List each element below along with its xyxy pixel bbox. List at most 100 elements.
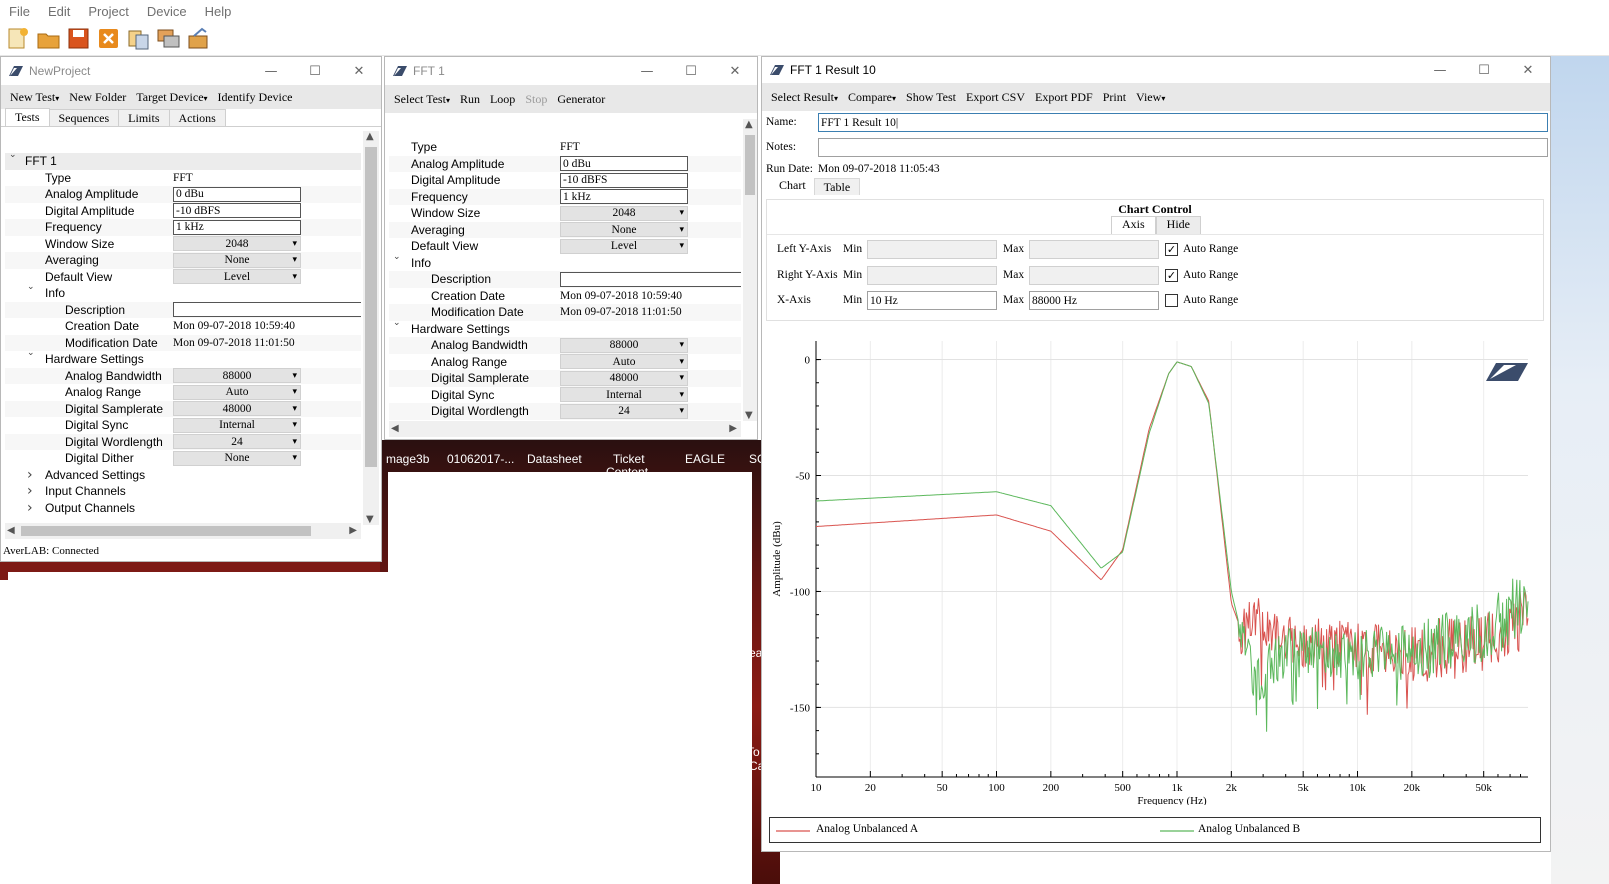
tree-node-fft-1[interactable]: ⌄ FFT 1: [5, 150, 361, 170]
property-input[interactable]: -10 dBFS: [560, 172, 688, 188]
close-icon[interactable]: ✕: [337, 64, 381, 79]
property-dropdown[interactable]: 88000: [173, 368, 301, 384]
minimize-icon[interactable]: —: [1418, 63, 1462, 78]
command-identify-device[interactable]: Identify Device: [213, 90, 298, 105]
axis-max-input[interactable]: [1029, 240, 1159, 259]
scroll-right-icon[interactable]: ▶: [349, 525, 357, 536]
command-new-folder[interactable]: New Folder: [64, 90, 131, 105]
command-select-result[interactable]: Select Result▾: [766, 90, 843, 105]
menu-help[interactable]: Help: [196, 4, 241, 19]
property-input[interactable]: -10 dBFS: [173, 203, 301, 219]
tab-sequences[interactable]: Sequences: [48, 109, 120, 126]
auto-range-checkbox[interactable]: [1165, 294, 1178, 307]
copy-icon[interactable]: [126, 26, 152, 52]
property-dropdown[interactable]: 48000: [560, 370, 688, 386]
menu-edit[interactable]: Edit: [39, 4, 79, 19]
close-project-icon[interactable]: [96, 26, 122, 52]
minimize-icon[interactable]: —: [249, 64, 293, 79]
property-dropdown[interactable]: None: [173, 450, 301, 466]
horizontal-scrollbar[interactable]: ◀ ▶: [5, 523, 361, 539]
axis-max-input[interactable]: [1029, 265, 1159, 285]
taskbar-item[interactable]: Datasheet: [527, 452, 582, 466]
command-loop[interactable]: Loop: [485, 92, 520, 107]
scroll-down-icon[interactable]: ▼: [366, 514, 374, 525]
chevron-right-icon[interactable]: ›: [27, 500, 33, 516]
command-stop[interactable]: Stop: [520, 92, 552, 107]
tab-table[interactable]: Table: [813, 178, 861, 195]
tab-hide[interactable]: Hide: [1155, 216, 1201, 234]
scroll-left-icon[interactable]: ◀: [391, 423, 399, 434]
scroll-left-icon[interactable]: ◀: [7, 525, 15, 536]
tab-actions[interactable]: Actions: [168, 109, 226, 126]
auto-range-checkbox[interactable]: ✓: [1165, 243, 1178, 256]
taskbar-item[interactable]: EAGLE: [685, 452, 725, 466]
property-dropdown[interactable]: Internal: [173, 417, 301, 433]
property-dropdown[interactable]: Internal: [560, 387, 688, 403]
command-view[interactable]: View▾: [1131, 90, 1170, 105]
property-dropdown[interactable]: 24: [560, 403, 688, 419]
scroll-down-icon[interactable]: ▼: [745, 410, 753, 421]
tree-node-info[interactable]: ⌄ Info: [5, 282, 361, 302]
menu-project[interactable]: Project: [79, 4, 137, 19]
menu-file[interactable]: File: [0, 4, 39, 19]
menu-device[interactable]: Device: [138, 4, 196, 19]
windows-icon[interactable]: [156, 26, 182, 52]
maximize-icon[interactable]: ☐: [293, 64, 337, 79]
tree-node-info[interactable]: ⌄ Info: [389, 252, 741, 272]
property-dropdown[interactable]: 24: [173, 434, 301, 450]
taskbar-item[interactable]: Ticket: [613, 452, 645, 466]
minimize-icon[interactable]: —: [625, 64, 669, 79]
property-dropdown[interactable]: 48000: [173, 401, 301, 417]
scroll-up-icon[interactable]: ▲: [745, 119, 753, 130]
tab-chart[interactable]: Chart: [770, 177, 815, 195]
auto-range-checkbox[interactable]: ✓: [1165, 268, 1178, 282]
chevron-down-icon[interactable]: ⌄: [27, 348, 35, 358]
maximize-icon[interactable]: ☐: [1462, 63, 1506, 78]
property-dropdown[interactable]: Auto: [560, 354, 688, 370]
tree-node-hardware[interactable]: ⌄ Hardware Settings: [389, 318, 741, 338]
tree-node-hardware[interactable]: ⌄ Hardware Settings: [5, 348, 361, 368]
axis-min-input[interactable]: 10 Hz: [867, 291, 997, 310]
notes-input[interactable]: [818, 138, 1548, 157]
horizontal-scrollbar[interactable]: ◀ ▶: [389, 421, 741, 437]
command-new-test[interactable]: New Test▾: [5, 90, 64, 105]
export-icon[interactable]: [186, 26, 212, 52]
property-dropdown[interactable]: Level: [173, 269, 301, 285]
scrollbar-thumb[interactable]: [365, 147, 377, 467]
command-export-csv[interactable]: Export CSV: [961, 90, 1030, 105]
tab-limits[interactable]: Limits: [118, 109, 170, 126]
vertical-scrollbar[interactable]: ▲ ▼: [363, 131, 379, 525]
tab-tests[interactable]: Tests: [5, 108, 50, 126]
tree-node-input-channels[interactable]: › Input Channels: [5, 483, 361, 500]
property-input[interactable]: 1 kHz: [173, 219, 301, 235]
command-show-test[interactable]: Show Test: [901, 90, 961, 105]
name-input[interactable]: FFT 1 Result 10|: [818, 113, 1548, 132]
chevron-right-icon[interactable]: ›: [27, 467, 33, 483]
maximize-icon[interactable]: ☐: [669, 64, 713, 79]
scroll-up-icon[interactable]: ▲: [366, 131, 374, 142]
close-icon[interactable]: ✕: [713, 64, 757, 79]
property-dropdown[interactable]: Auto: [173, 384, 301, 400]
property-input[interactable]: [173, 302, 361, 318]
axis-max-input[interactable]: 88000 Hz: [1029, 291, 1159, 310]
chevron-right-icon[interactable]: ›: [27, 483, 33, 499]
chevron-down-icon[interactable]: ⌄: [393, 252, 401, 262]
property-input[interactable]: 0 dBu: [560, 156, 688, 172]
command-run[interactable]: Run: [455, 92, 485, 107]
command-compare[interactable]: Compare▾: [843, 90, 901, 105]
open-folder-icon[interactable]: [36, 26, 62, 52]
property-dropdown[interactable]: 88000: [560, 337, 688, 353]
axis-min-input[interactable]: [867, 240, 997, 259]
vertical-scrollbar[interactable]: ▲ ▼: [743, 119, 757, 421]
property-dropdown[interactable]: 2048: [173, 236, 301, 252]
chevron-down-icon[interactable]: ⌄: [393, 318, 401, 328]
scroll-right-icon[interactable]: ▶: [729, 423, 737, 434]
property-dropdown[interactable]: 2048: [560, 205, 688, 221]
command-target-device[interactable]: Target Device▾: [131, 90, 212, 105]
new-project-icon[interactable]: [6, 26, 32, 52]
property-dropdown[interactable]: None: [173, 252, 301, 268]
tree-node-output-channels[interactable]: › Output Channels: [5, 500, 361, 517]
chevron-down-icon[interactable]: ⌄: [27, 282, 35, 292]
save-icon[interactable]: [66, 26, 92, 52]
tab-axis[interactable]: Axis: [1111, 216, 1156, 234]
